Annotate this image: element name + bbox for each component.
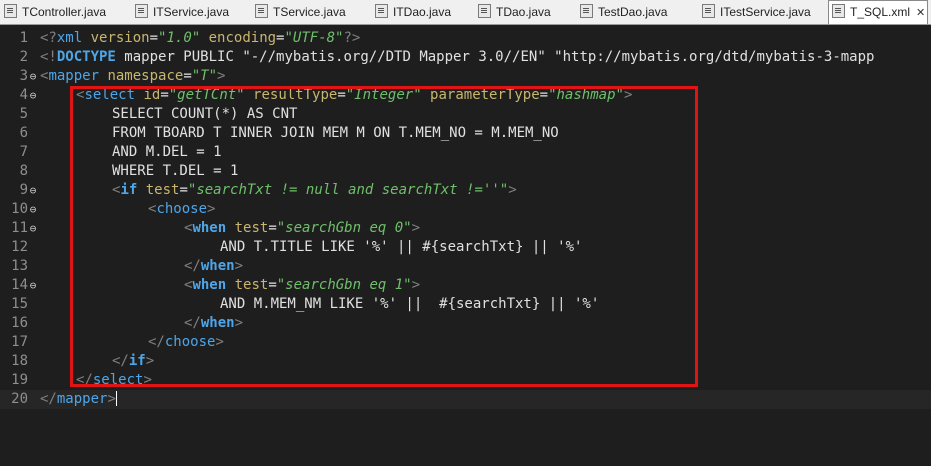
line-number: 1 [19, 30, 28, 46]
fold-icon[interactable]: ⊖ [29, 219, 37, 238]
tab-t-sql-xml[interactable]: T_SQL.xml ✕ [828, 0, 928, 24]
tab-itservice-java[interactable]: ITService.java [135, 1, 229, 23]
tab-label: T_SQL.xml [850, 5, 911, 19]
fold-icon[interactable]: ⊖ [29, 181, 37, 200]
tab-itdao-java[interactable]: ITDao.java [375, 1, 451, 23]
code-token: <! [40, 49, 57, 65]
code-token: mapper PUBLIC [115, 49, 243, 65]
code-token: namespace [99, 68, 184, 84]
fold-icon[interactable]: ⊖ [29, 200, 37, 219]
code-token: ?> [343, 30, 361, 46]
line-number: 7 [19, 144, 28, 160]
tab-itestservice-java[interactable]: ITestService.java [702, 1, 811, 23]
code-line-current: 20 </mapper> [0, 390, 931, 409]
code-token: xml [56, 30, 83, 46]
line-number: 6 [19, 125, 28, 141]
tab-label: ITDao.java [393, 5, 452, 19]
code-token: = [183, 68, 192, 84]
code-line: 3 ⊖ <mapper namespace="T"> [0, 67, 931, 86]
code-token: > [217, 68, 226, 84]
tab-label: ITestService.java [720, 5, 811, 19]
line-number: 12 [11, 239, 28, 255]
line-number: 13 [11, 258, 28, 274]
code-token: "T" [191, 68, 218, 84]
line-number: 18 [11, 353, 28, 369]
code-token: = [149, 30, 159, 46]
line-number: 20 [11, 391, 28, 407]
tab-label: TController.java [22, 5, 107, 19]
highlight-annotation-box [70, 86, 698, 387]
tab-label: TService.java [273, 5, 346, 19]
tab-label: TestDao.java [598, 5, 668, 19]
code-editor[interactable]: 1 <?xml version="1.0" encoding="UTF-8"?>… [0, 25, 931, 421]
java-file-icon [255, 4, 268, 18]
java-file-icon [478, 4, 491, 18]
tab-testdao-java[interactable]: TestDao.java [580, 1, 667, 23]
tab-tdao-java[interactable]: TDao.java [478, 1, 551, 23]
line-number: 4 [19, 87, 28, 103]
code-token: "http://mybatis.org/dtd/mybatis-3-mapp [545, 49, 875, 65]
tab-label: ITService.java [153, 5, 230, 19]
line-number: 15 [11, 296, 28, 312]
code-line: 1 <?xml version="1.0" encoding="UTF-8"?> [0, 29, 931, 48]
line-number: 16 [11, 315, 28, 331]
java-file-icon [135, 4, 148, 18]
java-file-icon [580, 4, 593, 18]
line-number: 2 [19, 49, 28, 65]
line-number: 9 [19, 182, 28, 198]
line-number: 10 [11, 201, 28, 217]
code-token: <? [40, 30, 57, 46]
code-token: > [107, 391, 116, 407]
code-token: mapper [48, 68, 100, 84]
java-file-icon [375, 4, 388, 18]
line-number: 19 [11, 372, 28, 388]
line-number: 17 [11, 334, 28, 350]
fold-icon[interactable]: ⊖ [29, 276, 37, 295]
text-cursor [115, 391, 117, 406]
code-token: </ [40, 391, 57, 407]
line-number: 11 [11, 220, 28, 236]
code-token: version [82, 30, 150, 46]
editor-tab-bar: TController.java ITService.java TService… [0, 0, 931, 25]
line-number: 8 [19, 163, 28, 179]
fold-icon[interactable]: ⊖ [29, 67, 37, 86]
line-number: 14 [11, 277, 28, 293]
code-token: "1.0" [158, 30, 201, 46]
tab-tcontroller-java[interactable]: TController.java [4, 1, 106, 23]
code-token: encoding [200, 30, 277, 46]
fold-icon[interactable]: ⊖ [29, 86, 37, 105]
close-icon[interactable]: ✕ [916, 7, 925, 19]
java-file-icon [702, 4, 715, 18]
code-token: "UTF-8" [284, 30, 344, 46]
line-number: 3 [19, 68, 28, 84]
xml-file-icon [832, 4, 845, 18]
tab-label: TDao.java [496, 5, 551, 19]
tab-tservice-java[interactable]: TService.java [255, 1, 346, 23]
line-number: 5 [19, 106, 28, 122]
code-token: "-//mybatis.org//DTD Mapper 3.0//EN" [242, 49, 546, 65]
code-token: DOCTYPE [56, 49, 116, 65]
java-file-icon [4, 4, 17, 18]
code-token: mapper [56, 391, 108, 407]
code-line: 2 <!DOCTYPE mapper PUBLIC "-//mybatis.or… [0, 48, 931, 67]
